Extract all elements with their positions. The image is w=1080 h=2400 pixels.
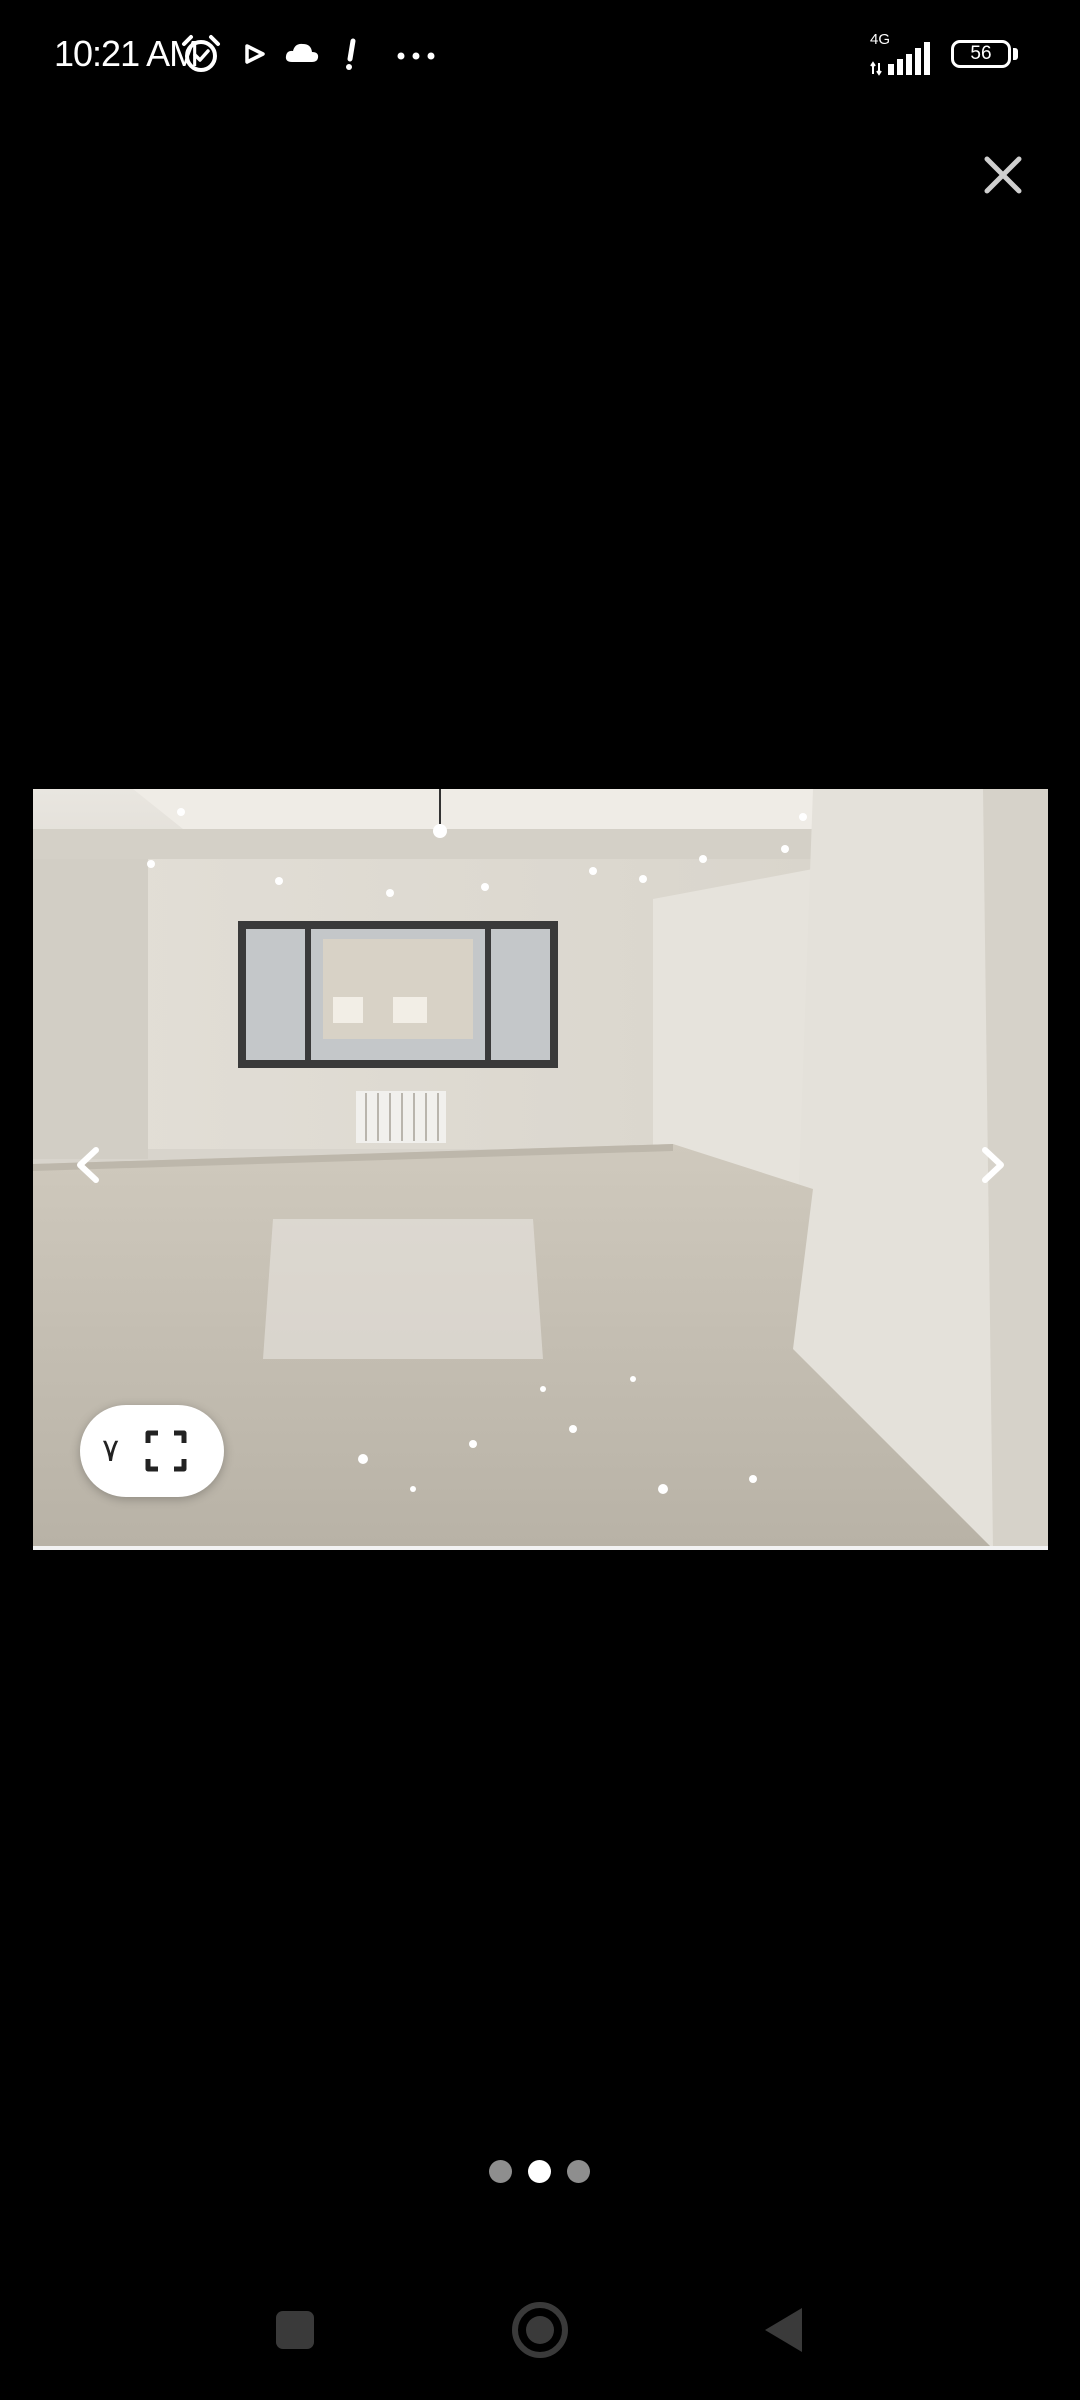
pagination-dot[interactable] (489, 2160, 512, 2183)
battery-level: 56 (970, 43, 992, 64)
close-icon[interactable] (968, 140, 1038, 210)
chevron-right-icon[interactable] (963, 1130, 1023, 1200)
status-time: 10:21 AM (54, 33, 199, 74)
signal-icon: 4G (870, 32, 938, 76)
play-icon (245, 44, 265, 64)
alarm-icon (182, 35, 220, 72)
cloud-icon (285, 43, 319, 62)
photo-bottom-border (33, 1546, 1048, 1550)
pagination-dot[interactable] (567, 2160, 590, 2183)
fullscreen-icon (145, 1430, 187, 1472)
alert-icon (346, 38, 356, 70)
fullscreen-button[interactable]: ۷ (80, 1405, 224, 1497)
system-nav-bar (0, 2290, 1080, 2400)
pagination-dot-active[interactable] (528, 2160, 551, 2183)
battery-tip (1013, 48, 1018, 60)
battery-icon: 56 (951, 40, 1011, 68)
home-circle-icon[interactable] (500, 2290, 580, 2370)
pagination-dots (0, 2160, 1080, 2184)
photo-count: ۷ (102, 1431, 120, 1469)
chevron-left-icon[interactable] (58, 1130, 118, 1200)
status-bar: 10:21 AM 4G 56 (0, 0, 1080, 110)
more-dots-icon (397, 52, 435, 60)
recents-square-icon[interactable] (255, 2290, 335, 2370)
back-triangle-icon[interactable] (745, 2290, 825, 2370)
